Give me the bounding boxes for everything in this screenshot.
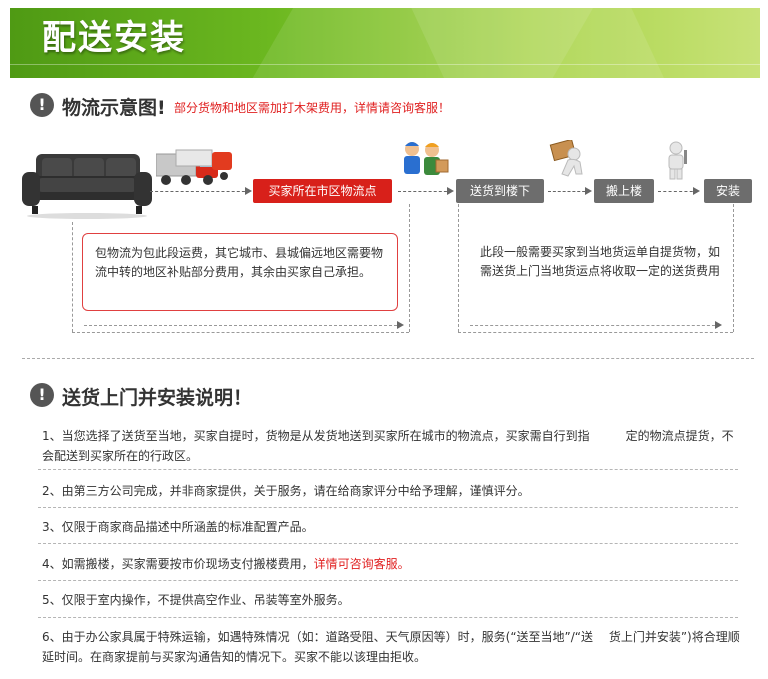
- section1-title: 物流示意图!: [62, 97, 166, 119]
- note-separator: [38, 580, 738, 581]
- info-box-freight: 包物流为包此段运费，其它城市、县城偏远地区需要物流中转的地区补贴部分费用，其余由…: [82, 233, 398, 311]
- bracket-right-edge: [733, 204, 734, 332]
- bracket-bottom: [458, 332, 733, 333]
- note-item-5: 5、仅限于室内操作，不提供高空作业、吊装等室外服务。: [42, 593, 350, 607]
- bracket-bottom: [72, 332, 409, 333]
- note-item-4-highlight: 详情可咨询客服。: [313, 557, 410, 571]
- note-separator: [38, 507, 738, 508]
- bracket-left-edge: [409, 204, 410, 332]
- banner-divider: [10, 64, 760, 65]
- range-arrow: [470, 321, 722, 329]
- bracket-right-edge: [458, 204, 459, 332]
- exclamation-icon: !: [30, 93, 54, 117]
- bracket-left-edge: [72, 222, 73, 332]
- flow-arrow: [658, 187, 700, 195]
- step-logistics-point: 买家所在市区物流点: [253, 179, 392, 203]
- step-install: 安装: [704, 179, 752, 203]
- note-item-2: 2、由第三方公司完成，并非商家提供，关于服务，请在给商家评分中给予理解，谨慎评分…: [42, 484, 530, 498]
- note-item-6: 6、由于办公家具属于特殊运输，如遇特殊情况（如：道路受阻、天气原因等）时，服务(…: [42, 630, 740, 664]
- banner-title: 配送安装: [42, 18, 186, 58]
- step-carry-upstairs: 搬上楼: [594, 179, 654, 203]
- note-separator: [38, 543, 738, 544]
- truck-icon: [156, 149, 232, 185]
- note-item-1: 1、当您选择了送货至当地，买家自提时，货物是从发货地送到买家所在城市的物流点，买…: [42, 429, 734, 463]
- installer-icon: [668, 141, 687, 180]
- flow-arrow: [548, 187, 592, 195]
- info-box-pickup: 此段一般需要买家到当地货运单自提货物，如需送货上门当地货运点将收取一定的送货费用: [480, 245, 721, 278]
- note-item-3: 3、仅限于商家商品描述中所涵盖的标准配置产品。: [42, 520, 314, 534]
- carrying-person-icon: [549, 140, 583, 177]
- note-separator: [38, 617, 738, 618]
- sofa-icon: [22, 154, 152, 219]
- note-separator: [38, 469, 738, 470]
- note-item-4: 4、如需搬楼，买家需要按市价现场支付搬楼费用，详情可咨询客服。: [42, 554, 742, 574]
- note-item-4-text: 4、如需搬楼，买家需要按市价现场支付搬楼费用，: [42, 557, 314, 571]
- delivery-workers-icon: [404, 142, 449, 175]
- range-arrow: [84, 321, 404, 329]
- step-deliver-downstairs: 送货到楼下: [456, 179, 544, 203]
- section-divider: [22, 358, 754, 359]
- section1-note: 部分货物和地区需加打木架费用，详情请咨询客服！: [174, 101, 451, 115]
- flow-arrow: [398, 187, 454, 195]
- exclamation-icon: !: [30, 383, 54, 407]
- flow-arrow: [150, 187, 252, 195]
- section2-title: 送货上门并安装说明！: [62, 387, 253, 409]
